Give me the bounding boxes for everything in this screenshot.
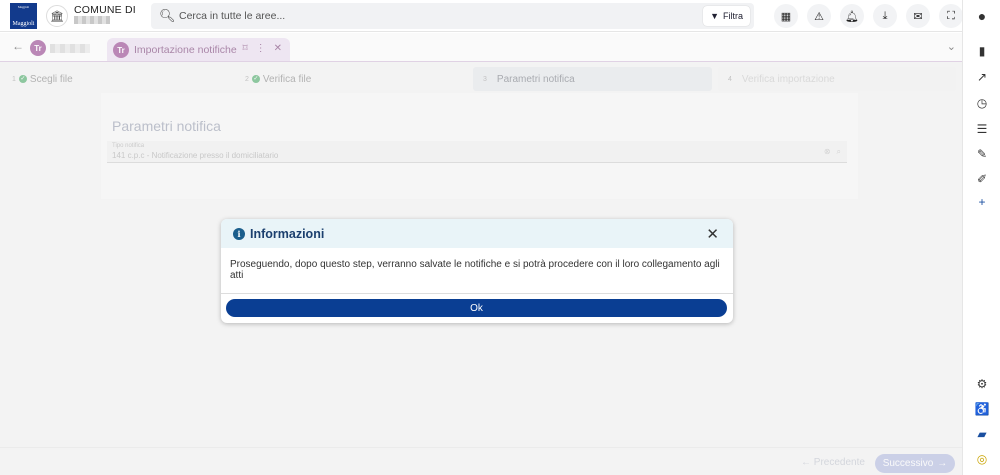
dialog-title: Informazioni [250, 227, 325, 241]
mail-icon[interactable]: ✉ [906, 4, 930, 28]
dialog-message: Proseguendo, dopo questo step, verranno … [230, 259, 720, 281]
filter-icon: ▼ [710, 11, 719, 21]
bell-icon[interactable]: 🔔︎ [840, 4, 864, 28]
gear-icon[interactable]: ⚙ [963, 377, 1000, 391]
top-bar: Maggioli Maggioli 🏛 COMUNE DI 🔍︎ Cerca i… [0, 0, 963, 32]
fullscreen-icon[interactable]: ⛶ [939, 4, 963, 28]
dashboard-icon[interactable]: ▦ [774, 4, 798, 28]
ok-button[interactable]: Ok [226, 299, 727, 317]
search-input[interactable]: Cerca in tutte le aree... [179, 10, 285, 22]
dialog-header: i Informazioni ✕ [221, 219, 733, 248]
book-icon[interactable]: ▮ [963, 44, 1000, 58]
maggioli-logo[interactable]: Maggioli Maggioli [10, 3, 37, 29]
accessibility-icon[interactable]: ♿ [963, 402, 1000, 416]
bank-icon[interactable]: 🏛 [46, 5, 68, 27]
support-icon[interactable]: ◎ [963, 452, 1000, 466]
download-icon[interactable]: ⤓ [873, 4, 897, 28]
dialog-divider [221, 293, 733, 294]
info-dialog: i Informazioni ✕ Proseguendo, dopo quest… [221, 219, 733, 323]
checklist-icon[interactable]: ☰ [963, 122, 1000, 136]
info-icon: i [233, 228, 245, 240]
logo-text: Maggioli [12, 21, 35, 27]
close-icon[interactable]: ✕ [706, 225, 719, 243]
account-icon[interactable]: ● [963, 8, 1000, 24]
filter-label: Filtra [723, 11, 743, 21]
add-icon[interactable]: + [963, 195, 1000, 209]
top-actions: ▦ ⚠ 🔔︎ ⤓ ✉ ⛶ [774, 4, 963, 28]
trend-icon[interactable]: ↗ [963, 70, 1000, 84]
history-icon[interactable]: ◷ [963, 96, 1000, 110]
plug-icon[interactable]: ✎ [963, 147, 1000, 161]
global-search[interactable]: 🔍︎ Cerca in tutte le aree... ▼ Filtra [151, 3, 754, 29]
right-rail: ● ▮ ↗ ◷ ☰ ✎ ✐ + ⚙ ♿ ▰ ◎ [962, 0, 1000, 475]
chat-icon[interactable]: ▰ [963, 427, 1000, 441]
logo-caption: Maggioli [18, 5, 29, 9]
filter-button[interactable]: ▼ Filtra [703, 6, 750, 26]
comune-name-redacted [74, 16, 110, 24]
warning-icon[interactable]: ⚠ [807, 4, 831, 28]
edit-document-icon[interactable]: ✐ [963, 172, 1000, 186]
search-icon: 🔍︎ [159, 8, 176, 23]
comune-title: COMUNE DI [74, 4, 136, 16]
